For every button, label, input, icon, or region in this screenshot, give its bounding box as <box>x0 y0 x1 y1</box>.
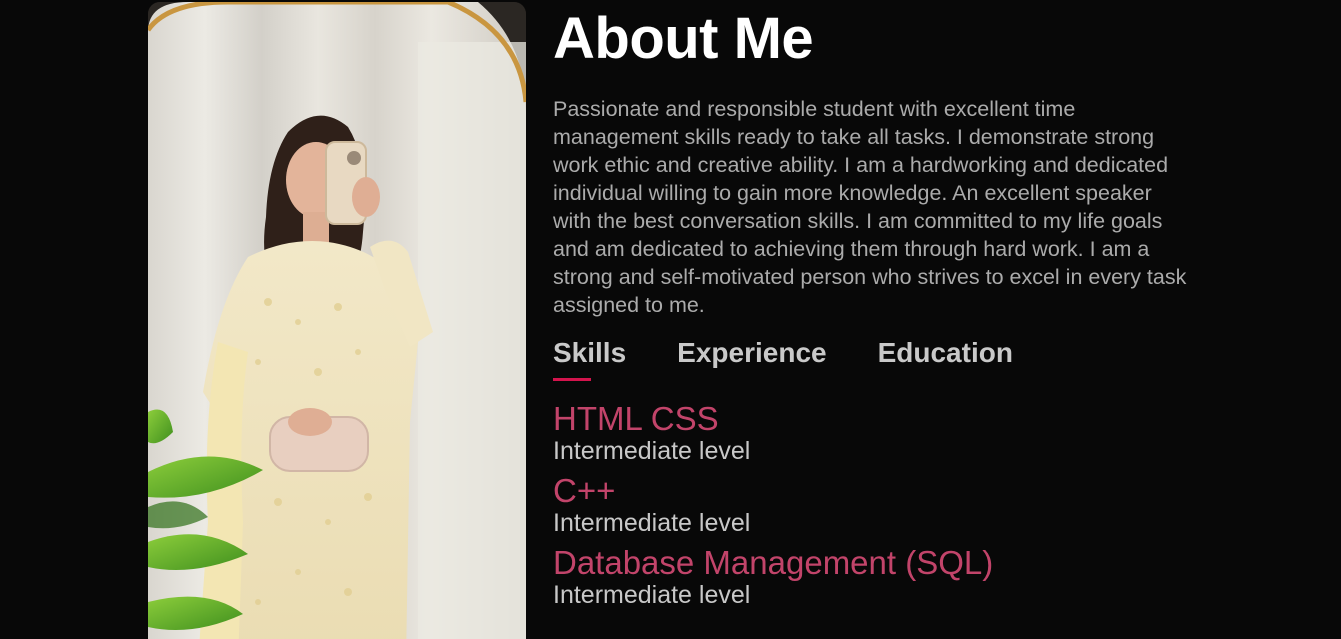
bio-paragraph: Passionate and responsible student with … <box>553 97 1187 317</box>
profile-photo <box>148 2 526 639</box>
tab-bar: Skills Experience Education <box>553 335 1213 381</box>
skills-panel: HTML CSS Intermediate level C++ Intermed… <box>553 400 1213 610</box>
skill-level: Intermediate level <box>553 581 751 609</box>
skill-name: HTML CSS <box>553 400 719 437</box>
page-title: About Me <box>553 6 814 71</box>
skill-name: C++ <box>553 472 616 509</box>
list-item: HTML CSS Intermediate level <box>553 400 1213 466</box>
tab-skills[interactable]: Skills <box>553 335 626 381</box>
list-item: C++ Intermediate level <box>553 472 1213 538</box>
about-section: About Me Passionate and responsible stud… <box>0 0 1341 639</box>
tab-experience[interactable]: Experience <box>677 335 826 379</box>
list-item: Database Management (SQL) Intermediate l… <box>553 544 1213 610</box>
skill-name: Database Management (SQL) <box>553 544 994 581</box>
skill-level: Intermediate level <box>553 509 751 537</box>
skill-level: Intermediate level <box>553 437 751 465</box>
tab-education[interactable]: Education <box>878 335 1013 379</box>
about-content: About Me Passionate and responsible stud… <box>553 0 1213 617</box>
